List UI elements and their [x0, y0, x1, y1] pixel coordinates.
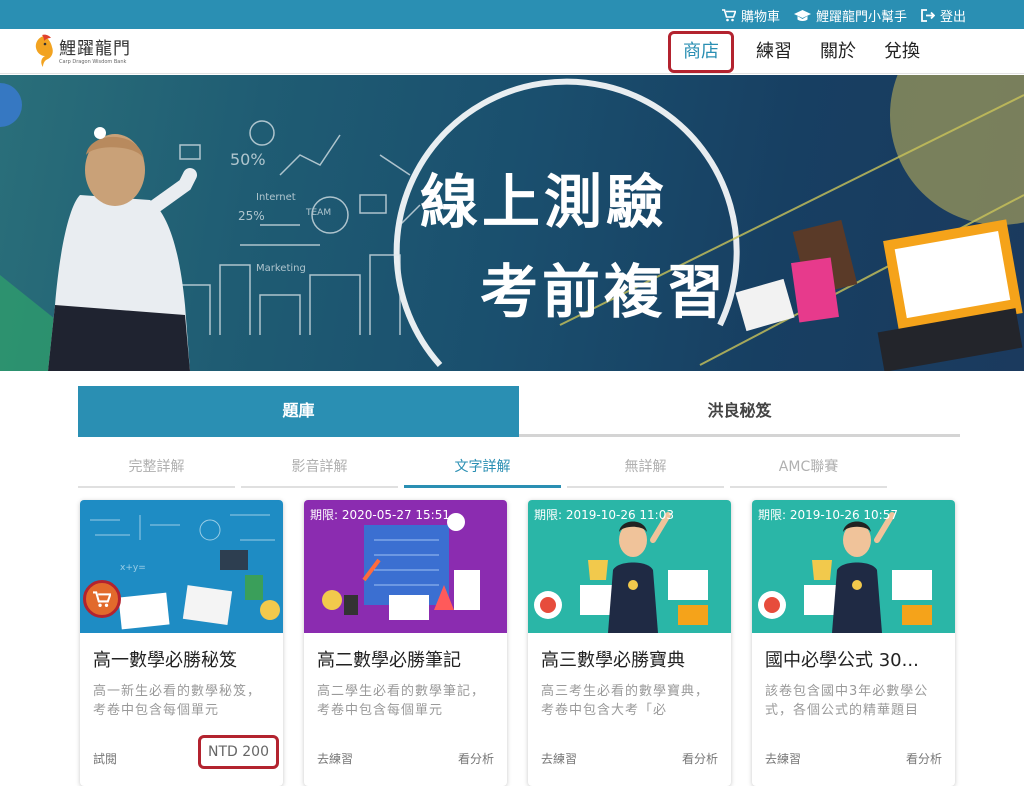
nav-redeem[interactable]: 兌換 — [870, 29, 934, 74]
analysis-link[interactable]: 看分析 — [458, 750, 494, 767]
practice-link[interactable]: 去練習 — [541, 750, 577, 767]
card-cover-image: 期限: 2020-05-27 15:51 — [304, 500, 507, 633]
product-card[interactable]: 期限: 2019-10-26 11:03 高三數學必勝寶典 高三考生必看的數學寶… — [528, 500, 731, 786]
girl-illustration — [48, 127, 197, 371]
explanation-type-tabs: 完整詳解 影音詳解 文字詳解 無詳解 AMC聯賽 — [78, 452, 888, 488]
logout-link[interactable]: 登出 — [921, 6, 966, 25]
card-title: 國中必學公式 30... — [765, 650, 919, 671]
logo-subtitle: Carp Dragon Wisdom Bank — [59, 58, 127, 65]
nav-practice[interactable]: 練習 — [742, 29, 806, 74]
graduation-cap-icon — [793, 9, 811, 21]
cart-link[interactable]: 購物車 — [721, 6, 780, 25]
analysis-link[interactable]: 看分析 — [906, 750, 942, 767]
preview-link[interactable]: 試閱 — [93, 750, 117, 767]
promo-banner[interactable]: 50% Internet 25% Marketing TEAM 線上測驗 考前複… — [0, 75, 1024, 371]
svg-text:TEAM: TEAM — [305, 208, 331, 218]
product-card[interactable]: 期限: 2019-10-26 10:57 國中必學公式 30... 該卷包含國中… — [752, 500, 955, 786]
card-deadline: 期限: 2019-10-26 10:57 — [758, 508, 898, 522]
card-deadline: 期限: 2020-05-27 15:51 — [310, 508, 450, 522]
category-tabs: 題庫 洪良秘笈 — [78, 386, 960, 437]
card-description: 高三考生必看的數學寶典，考卷中包含大考「必 — [541, 684, 710, 718]
card-cover-image: x+y= — [80, 500, 283, 633]
cart-link-label: 購物車 — [740, 10, 780, 25]
subtab-amc-contest[interactable]: AMC聯賽 — [730, 452, 887, 488]
helper-link[interactable]: 鯉躍龍門小幫手 — [793, 6, 907, 25]
nav-about[interactable]: 關於 — [806, 29, 870, 74]
card-title: 高二數學必勝筆記 — [317, 650, 461, 671]
card-description: 高一新生必看的數學秘笈，考卷中包含每個單元 — [93, 684, 262, 718]
books-laptop-illustration — [735, 219, 1023, 371]
product-card-list: x+y= 高一數學必勝秘笈 高一新生必看的數學秘笈，考卷中包含每個單元 試閱 N… — [80, 500, 960, 786]
svg-text:25%: 25% — [238, 209, 265, 223]
svg-text:Marketing: Marketing — [256, 263, 306, 274]
tab-hong-liang-guide[interactable]: 洪良秘笈 — [519, 386, 960, 437]
logo-title: 鯉躍龍門 — [59, 38, 131, 59]
card-title: 高一數學必勝秘笈 — [93, 650, 237, 671]
utility-links: 購物車 鯉躍龍門小幫手 登出 — [721, 6, 966, 25]
product-card[interactable]: x+y= 高一數學必勝秘笈 高一新生必看的數學秘笈，考卷中包含每個單元 試閱 N… — [80, 500, 283, 786]
card-description: 高二學生必看的數學筆記，考卷中包含每個單元 — [317, 684, 486, 718]
logout-link-label: 登出 — [939, 10, 966, 25]
helper-link-label: 鯉躍龍門小幫手 — [815, 10, 907, 25]
svg-text:x+y=: x+y= — [120, 563, 146, 573]
add-to-cart-button[interactable] — [83, 580, 121, 618]
banner-headline: 線上測驗 — [420, 168, 669, 236]
practice-link[interactable]: 去練習 — [765, 750, 801, 767]
card-title: 高三數學必勝寶典 — [541, 650, 685, 671]
subtab-video-explanation[interactable]: 影音詳解 — [241, 452, 398, 488]
site-logo[interactable]: 鯉躍龍門 Carp Dragon Wisdom Bank — [33, 34, 131, 70]
subtab-text-explanation[interactable]: 文字詳解 — [404, 452, 561, 488]
card-description: 該卷包含國中3年必數學公式，各個公式的精華題目 — [765, 684, 929, 718]
nav-store[interactable]: 商店 — [668, 30, 734, 73]
card-cover-image: 期限: 2019-10-26 10:57 — [752, 500, 955, 633]
logo-text: 鯉躍龍門 Carp Dragon Wisdom Bank — [59, 39, 131, 66]
product-card[interactable]: 期限: 2020-05-27 15:51 高二數學必勝筆記 高二學生必看的數學筆… — [304, 500, 507, 786]
banner-subheadline: 考前複習 — [480, 258, 729, 326]
subtab-full-explanation[interactable]: 完整詳解 — [78, 452, 235, 488]
main-nav: 商店 練習 關於 兌換 — [668, 29, 934, 74]
tab-question-bank[interactable]: 題庫 — [78, 386, 519, 437]
analysis-link[interactable]: 看分析 — [682, 750, 718, 767]
subtab-no-explanation[interactable]: 無詳解 — [567, 452, 724, 488]
svg-text:50%: 50% — [230, 150, 266, 169]
card-deadline: 期限: 2019-10-26 11:03 — [534, 508, 674, 522]
main-navbar: 鯉躍龍門 Carp Dragon Wisdom Bank 商店 練習 關於 兌換 — [0, 29, 1024, 74]
carp-logo-icon — [35, 34, 53, 67]
cart-icon — [93, 590, 111, 607]
cart-icon — [721, 9, 736, 22]
price-button[interactable]: NTD 200 — [198, 735, 279, 769]
top-utility-bar: 購物車 鯉躍龍門小幫手 登出 — [0, 0, 1024, 29]
svg-text:Internet: Internet — [256, 192, 296, 203]
practice-link[interactable]: 去練習 — [317, 750, 353, 767]
card-cover-image: 期限: 2019-10-26 11:03 — [528, 500, 731, 633]
logout-icon — [921, 9, 935, 22]
